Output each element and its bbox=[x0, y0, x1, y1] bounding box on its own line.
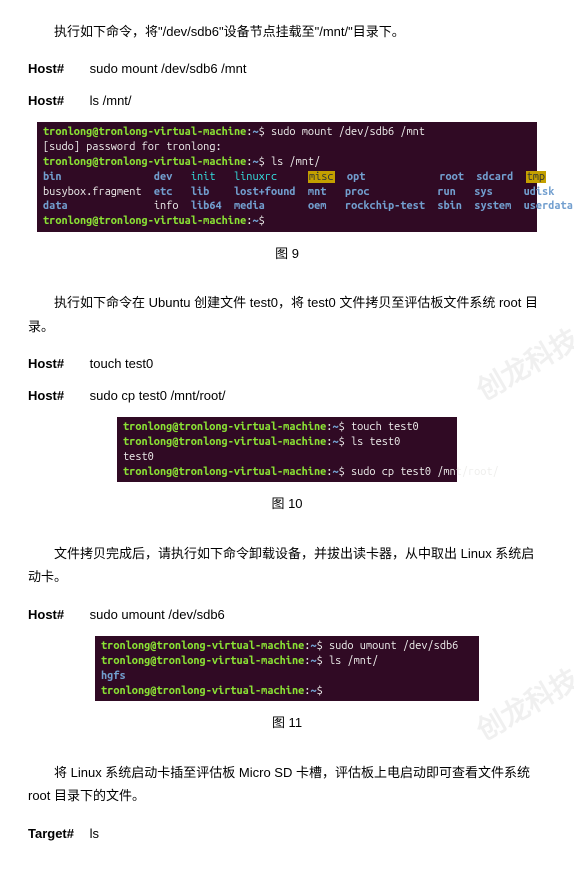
cmd-text: sudo umount /dev/sdb6 bbox=[90, 607, 225, 622]
figure-caption-2: 图 10 bbox=[28, 492, 546, 515]
command-line-6: Target# ls bbox=[28, 822, 546, 845]
terminal-screenshot-3: tronlong@tronlong-virtual-machine:~$ sud… bbox=[95, 636, 479, 701]
command-line-4: Host# sudo cp test0 /mnt/root/ bbox=[28, 384, 546, 407]
paragraph-2: 执行如下命令在 Ubuntu 创建文件 test0，将 test0 文件拷贝至评… bbox=[28, 291, 546, 338]
cmd-prompt: Host# bbox=[28, 352, 78, 375]
cmd-prompt: Host# bbox=[28, 384, 78, 407]
paragraph-4: 将 Linux 系统启动卡插至评估板 Micro SD 卡槽，评估板上电启动即可… bbox=[28, 761, 546, 808]
command-line-1: Host# sudo mount /dev/sdb6 /mnt bbox=[28, 57, 546, 80]
command-line-3: Host# touch test0 bbox=[28, 352, 546, 375]
command-line-2: Host# ls /mnt/ bbox=[28, 89, 546, 112]
cmd-prompt: Host# bbox=[28, 603, 78, 626]
command-line-5: Host# sudo umount /dev/sdb6 bbox=[28, 603, 546, 626]
cmd-text: sudo mount /dev/sdb6 /mnt bbox=[90, 61, 247, 76]
paragraph-3: 文件拷贝完成后，请执行如下命令卸载设备，并拔出读卡器，从中取出 Linux 系统… bbox=[28, 542, 546, 589]
paragraph-1: 执行如下命令，将"/dev/sdb6"设备节点挂载至"/mnt/"目录下。 bbox=[28, 20, 546, 43]
cmd-prompt: Host# bbox=[28, 89, 78, 112]
terminal-screenshot-1: tronlong@tronlong-virtual-machine:~$ sud… bbox=[37, 122, 537, 232]
figure-caption-3: 图 11 bbox=[28, 711, 546, 734]
cmd-text: touch test0 bbox=[90, 356, 154, 371]
watermark: 创龙科技 bbox=[467, 655, 574, 755]
cmd-text: ls /mnt/ bbox=[90, 93, 132, 108]
terminal-screenshot-2: tronlong@tronlong-virtual-machine:~$ tou… bbox=[117, 417, 457, 482]
cmd-prompt: Host# bbox=[28, 57, 78, 80]
figure-caption-1: 图 9 bbox=[28, 242, 546, 265]
cmd-prompt: Target# bbox=[28, 822, 78, 845]
cmd-text: ls bbox=[90, 826, 99, 841]
cmd-text: sudo cp test0 /mnt/root/ bbox=[90, 388, 226, 403]
